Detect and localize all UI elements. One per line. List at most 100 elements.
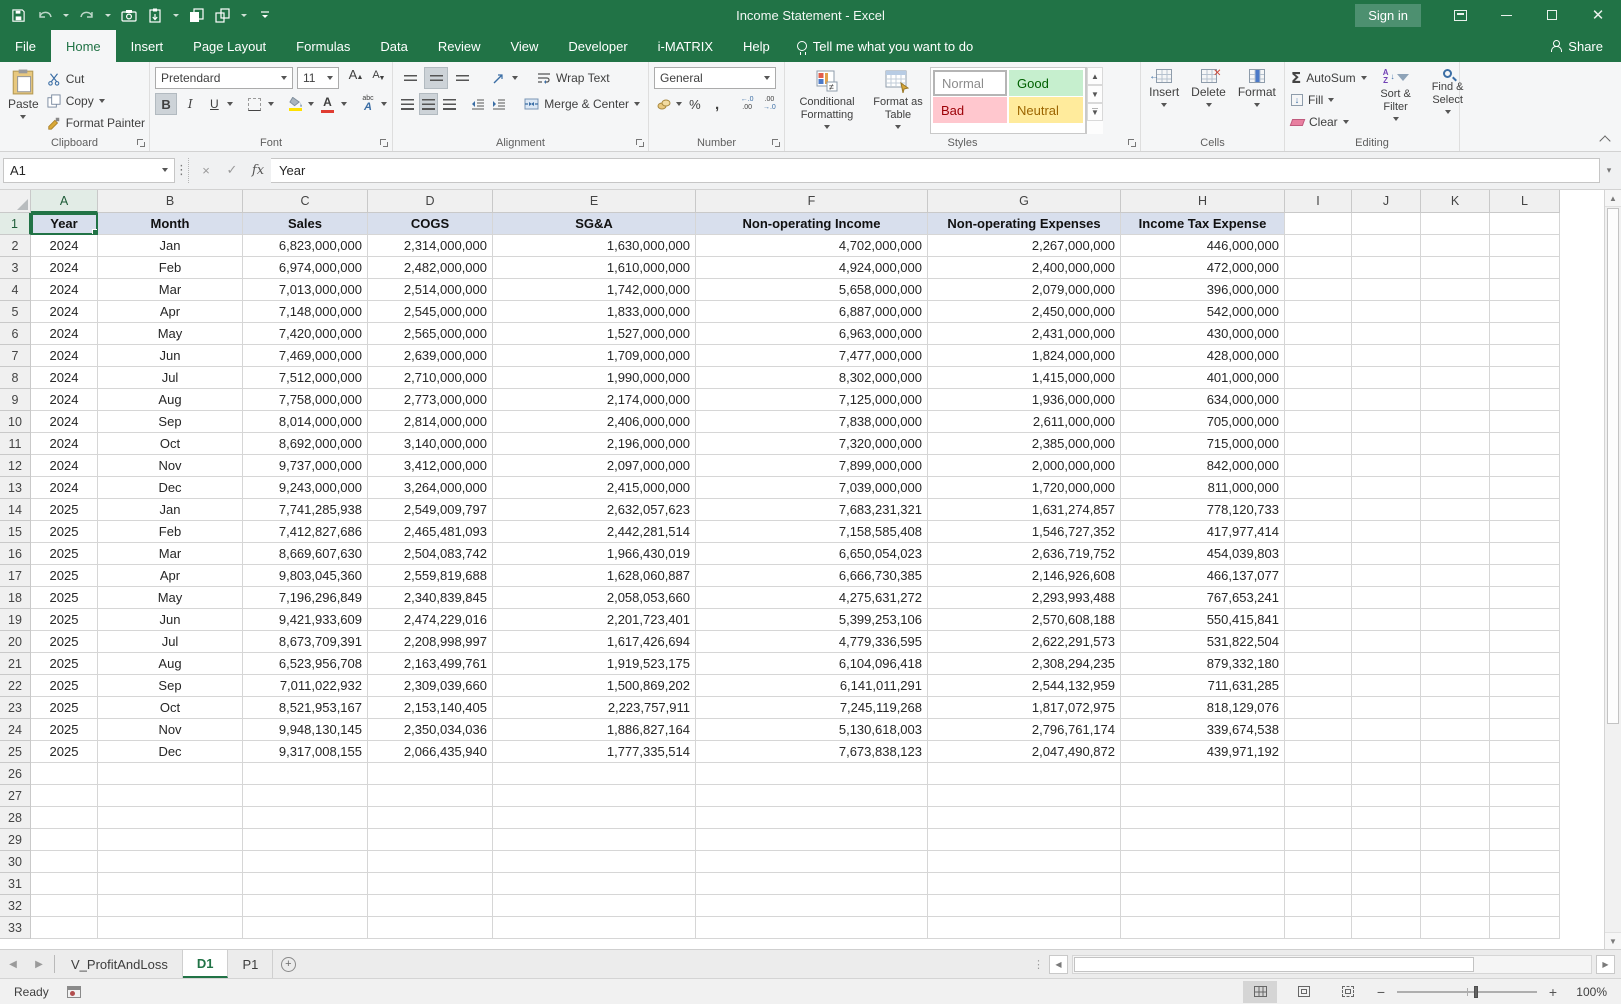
cell-C16[interactable]: 8,669,607,630 — [243, 543, 368, 565]
cell-E8[interactable]: 1,990,000,000 — [493, 367, 696, 389]
cell-H20[interactable]: 531,822,504 — [1121, 631, 1285, 653]
cell-I2[interactable] — [1285, 235, 1352, 257]
cell-C31[interactable] — [243, 873, 368, 895]
cell-A11[interactable]: 2024 — [31, 433, 98, 455]
insert-cells-button[interactable]: ← Insert — [1144, 64, 1184, 134]
cell-L28[interactable] — [1490, 807, 1560, 829]
font-name-select[interactable]: Pretendard — [155, 67, 293, 89]
row-header-14[interactable]: 14 — [0, 499, 31, 521]
cell-G16[interactable]: 2,636,719,752 — [928, 543, 1121, 565]
cell-C30[interactable] — [243, 851, 368, 873]
cell-I6[interactable] — [1285, 323, 1352, 345]
cell-K15[interactable] — [1421, 521, 1490, 543]
cell-C25[interactable]: 9,317,008,155 — [243, 741, 368, 763]
cell-I29[interactable] — [1285, 829, 1352, 851]
cell-D17[interactable]: 2,559,819,688 — [368, 565, 493, 587]
cell-H29[interactable] — [1121, 829, 1285, 851]
cell-D25[interactable]: 2,066,435,940 — [368, 741, 493, 763]
cell-D21[interactable]: 2,163,499,761 — [368, 653, 493, 675]
cell-E1[interactable]: SG&A — [493, 213, 696, 235]
cell-I30[interactable] — [1285, 851, 1352, 873]
cell-D2[interactable]: 2,314,000,000 — [368, 235, 493, 257]
cell-C1[interactable]: Sales — [243, 213, 368, 235]
zoom-in-button[interactable]: + — [1547, 984, 1559, 1000]
cell-B33[interactable] — [98, 917, 243, 939]
cell-G32[interactable] — [928, 895, 1121, 917]
cell-D11[interactable]: 3,140,000,000 — [368, 433, 493, 455]
cell-F31[interactable] — [696, 873, 928, 895]
cell-A1[interactable]: Year — [31, 213, 98, 235]
column-header-B[interactable]: B — [98, 190, 243, 213]
column-header-J[interactable]: J — [1352, 190, 1421, 213]
cell-G20[interactable]: 2,622,291,573 — [928, 631, 1121, 653]
row-header-12[interactable]: 12 — [0, 455, 31, 477]
row-header-5[interactable]: 5 — [0, 301, 31, 323]
vertical-scroll-thumb[interactable] — [1607, 208, 1619, 724]
cell-L5[interactable] — [1490, 301, 1560, 323]
cell-K3[interactable] — [1421, 257, 1490, 279]
tab-developer[interactable]: Developer — [553, 30, 642, 62]
cell-J21[interactable] — [1352, 653, 1421, 675]
format-cells-button[interactable]: Format — [1233, 64, 1281, 134]
switch-windows-dropdown-icon[interactable] — [241, 14, 247, 17]
cell-E23[interactable]: 2,223,757,911 — [493, 697, 696, 719]
cell-L29[interactable] — [1490, 829, 1560, 851]
cell-G4[interactable]: 2,079,000,000 — [928, 279, 1121, 301]
cell-A29[interactable] — [31, 829, 98, 851]
cell-G26[interactable] — [928, 763, 1121, 785]
cell-C17[interactable]: 9,803,045,360 — [243, 565, 368, 587]
cell-I22[interactable] — [1285, 675, 1352, 697]
cell-E6[interactable]: 1,527,000,000 — [493, 323, 696, 345]
cell-E17[interactable]: 1,628,060,887 — [493, 565, 696, 587]
cell-style-good[interactable]: Good — [1009, 70, 1083, 96]
font-dialog-launcher-icon[interactable] — [380, 139, 389, 148]
cell-K20[interactable] — [1421, 631, 1490, 653]
zoom-slider-thumb[interactable] — [1474, 986, 1478, 998]
cell-G28[interactable] — [928, 807, 1121, 829]
cell-G22[interactable]: 2,544,132,959 — [928, 675, 1121, 697]
paste-special-icon[interactable] — [146, 7, 163, 24]
cell-F8[interactable]: 8,302,000,000 — [696, 367, 928, 389]
cell-G15[interactable]: 1,546,727,352 — [928, 521, 1121, 543]
column-header-G[interactable]: G — [928, 190, 1121, 213]
cell-F32[interactable] — [696, 895, 928, 917]
find-select-dropdown-icon[interactable] — [1445, 110, 1451, 114]
row-header-28[interactable]: 28 — [0, 807, 31, 829]
row-header-23[interactable]: 23 — [0, 697, 31, 719]
column-header-C[interactable]: C — [243, 190, 368, 213]
cell-F5[interactable]: 6,887,000,000 — [696, 301, 928, 323]
increase-decimal-button[interactable]: ←.0.00 — [738, 93, 757, 115]
cell-E18[interactable]: 2,058,053,660 — [493, 587, 696, 609]
cell-D33[interactable] — [368, 917, 493, 939]
cell-K13[interactable] — [1421, 477, 1490, 499]
cell-J8[interactable] — [1352, 367, 1421, 389]
cell-K23[interactable] — [1421, 697, 1490, 719]
accounting-format-button[interactable] — [654, 93, 673, 115]
cell-H16[interactable]: 454,039,803 — [1121, 543, 1285, 565]
cell-L23[interactable] — [1490, 697, 1560, 719]
cell-K30[interactable] — [1421, 851, 1490, 873]
cell-B8[interactable]: Jul — [98, 367, 243, 389]
cell-L2[interactable] — [1490, 235, 1560, 257]
cell-A16[interactable]: 2025 — [31, 543, 98, 565]
cell-E7[interactable]: 1,709,000,000 — [493, 345, 696, 367]
row-header-21[interactable]: 21 — [0, 653, 31, 675]
row-header-3[interactable]: 3 — [0, 257, 31, 279]
macro-record-icon[interactable] — [67, 986, 81, 998]
redo-dropdown-icon[interactable] — [105, 14, 111, 17]
increase-indent-button[interactable] — [489, 93, 508, 115]
cell-B3[interactable]: Feb — [98, 257, 243, 279]
cell-C33[interactable] — [243, 917, 368, 939]
cell-A3[interactable]: 2024 — [31, 257, 98, 279]
cell-H15[interactable]: 417,977,414 — [1121, 521, 1285, 543]
share-button[interactable]: Share — [1532, 30, 1621, 62]
conditional-formatting-dropdown-icon[interactable] — [824, 125, 830, 129]
clear-dropdown-icon[interactable] — [1343, 120, 1349, 124]
cell-J3[interactable] — [1352, 257, 1421, 279]
expand-formula-bar-icon[interactable]: ▾ — [1600, 165, 1618, 176]
enter-button[interactable]: ✓ — [219, 158, 245, 183]
zoom-percentage[interactable]: 100% — [1569, 985, 1607, 999]
row-header-16[interactable]: 16 — [0, 543, 31, 565]
tell-me-box[interactable]: Tell me what you want to do — [785, 30, 985, 62]
row-header-33[interactable]: 33 — [0, 917, 31, 939]
